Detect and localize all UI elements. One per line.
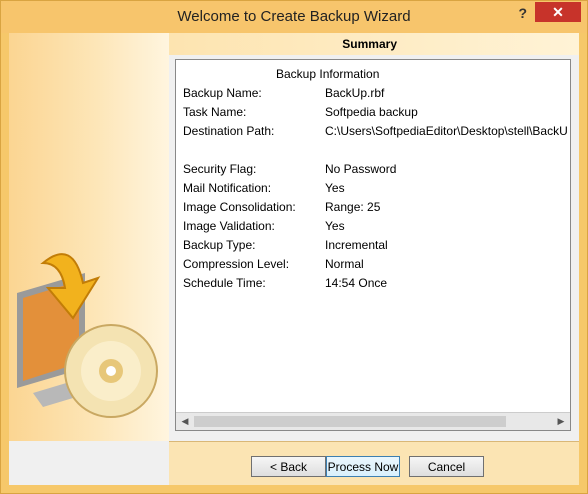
- label-schedule-time: Schedule Time:: [183, 276, 266, 290]
- cancel-button[interactable]: Cancel: [409, 456, 484, 477]
- value-task-name: Softpedia backup: [325, 105, 418, 119]
- value-security-flag: No Password: [325, 162, 397, 176]
- label-compression-level: Compression Level:: [183, 257, 290, 271]
- backup-disk-icon: [17, 253, 158, 418]
- label-backup-type: Backup Type:: [183, 238, 256, 252]
- side-banner: [9, 33, 169, 441]
- back-button[interactable]: < Back: [251, 456, 326, 477]
- close-button[interactable]: ✕: [535, 2, 581, 22]
- value-backup-type: Incremental: [325, 238, 388, 252]
- value-schedule-time: 14:54 Once: [325, 276, 388, 290]
- label-task-name: Task Name:: [183, 105, 247, 119]
- step-header: Summary: [169, 33, 579, 55]
- button-bar: < Back Process Now Cancel: [169, 441, 579, 485]
- label-destination-path: Destination Path:: [183, 124, 275, 138]
- value-compression-level: Normal: [325, 257, 364, 271]
- label-mail-notification: Mail Notification:: [183, 181, 272, 195]
- scroll-right-icon[interactable]: ▶: [553, 414, 569, 429]
- value-backup-name: BackUp.rbf: [325, 86, 385, 100]
- help-button[interactable]: ?: [518, 5, 527, 21]
- scroll-left-icon[interactable]: ◀: [177, 414, 193, 429]
- wizard-body: Summary Backup Information Backup Name: …: [9, 33, 579, 485]
- value-image-validation: Yes: [325, 219, 345, 233]
- value-destination-path: C:\Users\SoftpediaEditor\Desktop\stell\B…: [325, 124, 568, 138]
- label-backup-name: Backup Name:: [183, 86, 262, 100]
- label-image-validation: Image Validation:: [183, 219, 275, 233]
- wizard-window: Welcome to Create Backup Wizard ? ✕ Summ…: [0, 0, 588, 494]
- window-title: Welcome to Create Backup Wizard: [177, 8, 411, 25]
- label-security-flag: Security Flag:: [183, 162, 257, 176]
- horizontal-scrollbar[interactable]: ◀ ▶: [176, 412, 570, 430]
- section-title: Backup Information: [276, 67, 380, 81]
- process-now-button[interactable]: Process Now: [326, 456, 400, 477]
- step-title: Summary: [342, 37, 397, 51]
- title-bar: Welcome to Create Backup Wizard ? ✕: [1, 1, 587, 33]
- summary-panel: Backup Information Backup Name: BackUp.r…: [175, 59, 571, 431]
- value-mail-notification: Yes: [325, 181, 345, 195]
- label-image-consolidation: Image Consolidation:: [183, 200, 296, 214]
- value-image-consolidation: Range: 25: [325, 200, 381, 214]
- scroll-thumb[interactable]: [194, 416, 506, 427]
